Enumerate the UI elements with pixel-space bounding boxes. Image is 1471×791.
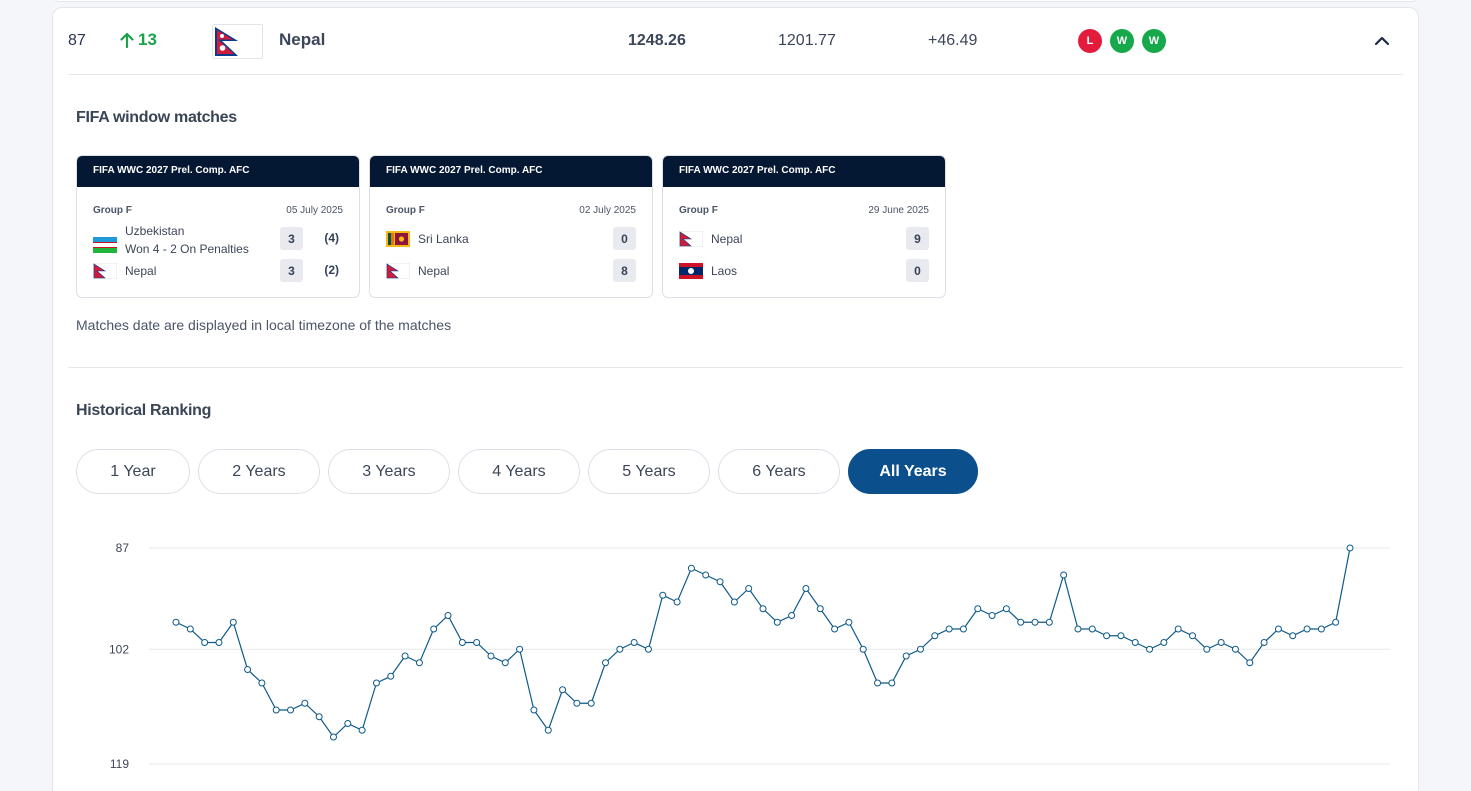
ranking-point[interactable]	[559, 686, 567, 694]
ranking-point[interactable]	[1289, 632, 1297, 640]
ranking-point[interactable]	[716, 578, 724, 586]
ranking-point[interactable]	[1246, 659, 1254, 667]
ranking-point[interactable]	[415, 659, 423, 667]
ranking-point[interactable]	[902, 652, 910, 660]
ranking-point[interactable]	[659, 591, 667, 599]
ranking-point[interactable]	[702, 571, 710, 579]
ranking-point[interactable]	[1088, 625, 1096, 633]
ranking-point[interactable]	[1332, 618, 1340, 626]
ranking-point[interactable]	[329, 733, 337, 741]
team-expanded-card: 87 13 Nepal 1248.26 1201.77 +46.49 L W W	[52, 7, 1419, 791]
ranking-point[interactable]	[1231, 645, 1239, 653]
ranking-point[interactable]	[215, 639, 223, 646]
ranking-point[interactable]	[444, 612, 452, 619]
ranking-point[interactable]	[473, 639, 481, 646]
ranking-point[interactable]	[1189, 632, 1197, 640]
ranking-point[interactable]	[1103, 632, 1111, 640]
historical-ranking-chart: 87 102 119	[109, 541, 1390, 771]
ranking-point[interactable]	[1017, 618, 1025, 626]
ranking-point[interactable]	[1060, 571, 1068, 579]
ranking-point[interactable]	[1160, 639, 1168, 646]
ranking-point[interactable]	[802, 585, 810, 592]
ranking-point[interactable]	[1346, 544, 1354, 552]
ranking-point[interactable]	[1203, 645, 1211, 653]
ranking-point[interactable]	[788, 612, 796, 619]
ranking-point[interactable]	[730, 598, 738, 606]
ranking-point[interactable]	[1274, 625, 1282, 633]
ranking-point[interactable]	[201, 639, 209, 646]
ranking-point[interactable]	[974, 605, 982, 613]
ranking-point[interactable]	[1174, 625, 1182, 633]
ranking-point[interactable]	[1303, 625, 1311, 633]
ranking-point[interactable]	[988, 612, 996, 619]
y-tick-label: 102	[109, 642, 129, 656]
ranking-point[interactable]	[244, 666, 252, 673]
ranking-point[interactable]	[616, 645, 624, 653]
ranking-point[interactable]	[272, 706, 280, 714]
ranking-point[interactable]	[831, 625, 839, 633]
ranking-point[interactable]	[959, 625, 967, 633]
ranking-point[interactable]	[602, 659, 610, 667]
ranking-point[interactable]	[258, 679, 266, 687]
ranking-point[interactable]	[673, 598, 681, 606]
ranking-point[interactable]	[773, 618, 781, 626]
ranking-point[interactable]	[630, 639, 638, 646]
ranking-point[interactable]	[759, 605, 767, 613]
ranking-point[interactable]	[544, 726, 552, 734]
ranking-point[interactable]	[387, 672, 395, 680]
ranking-point[interactable]	[186, 625, 194, 633]
ranking-point[interactable]	[1002, 605, 1010, 613]
ranking-point[interactable]	[372, 679, 380, 687]
ranking-point[interactable]	[888, 679, 896, 687]
ranking-point[interactable]	[516, 645, 524, 653]
ranking-point[interactable]	[1146, 645, 1154, 653]
ranking-point[interactable]	[1260, 639, 1268, 646]
ranking-point[interactable]	[845, 618, 853, 626]
ranking-point[interactable]	[358, 726, 366, 734]
ranking-point[interactable]	[501, 659, 509, 667]
ranking-point[interactable]	[859, 645, 867, 653]
ranking-point[interactable]	[1117, 632, 1125, 640]
ranking-point[interactable]	[1031, 618, 1039, 626]
ranking-point[interactable]	[816, 605, 824, 613]
ranking-point[interactable]	[916, 645, 924, 653]
y-tick-label: 87	[116, 541, 130, 555]
ranking-point[interactable]	[1317, 625, 1325, 633]
ranking-point[interactable]	[745, 585, 753, 592]
ranking-point[interactable]	[644, 645, 652, 653]
y-tick-label: 119	[110, 757, 129, 771]
ranking-point[interactable]	[931, 632, 939, 640]
ranking-point[interactable]	[945, 625, 953, 633]
ranking-point[interactable]	[1074, 625, 1082, 633]
ranking-point[interactable]	[344, 720, 352, 727]
ranking-point[interactable]	[687, 564, 695, 572]
ranking-line	[175, 547, 1351, 738]
ranking-point[interactable]	[1045, 618, 1053, 626]
previous-row-edge	[53, 0, 1418, 2]
ranking-point[interactable]	[458, 639, 466, 646]
ranking-point[interactable]	[530, 706, 538, 714]
ranking-point[interactable]	[172, 618, 180, 626]
ranking-point[interactable]	[573, 699, 581, 707]
ranking-point[interactable]	[229, 618, 237, 626]
ranking-point[interactable]	[315, 713, 323, 721]
ranking-point[interactable]	[1217, 639, 1225, 646]
ranking-point[interactable]	[287, 706, 295, 714]
ranking-point[interactable]	[874, 679, 882, 687]
ranking-point[interactable]	[401, 652, 409, 660]
ranking-point[interactable]	[487, 652, 495, 660]
ranking-point[interactable]	[1131, 639, 1139, 646]
ranking-point[interactable]	[587, 699, 595, 707]
ranking-point[interactable]	[430, 625, 438, 633]
ranking-point[interactable]	[301, 699, 309, 707]
